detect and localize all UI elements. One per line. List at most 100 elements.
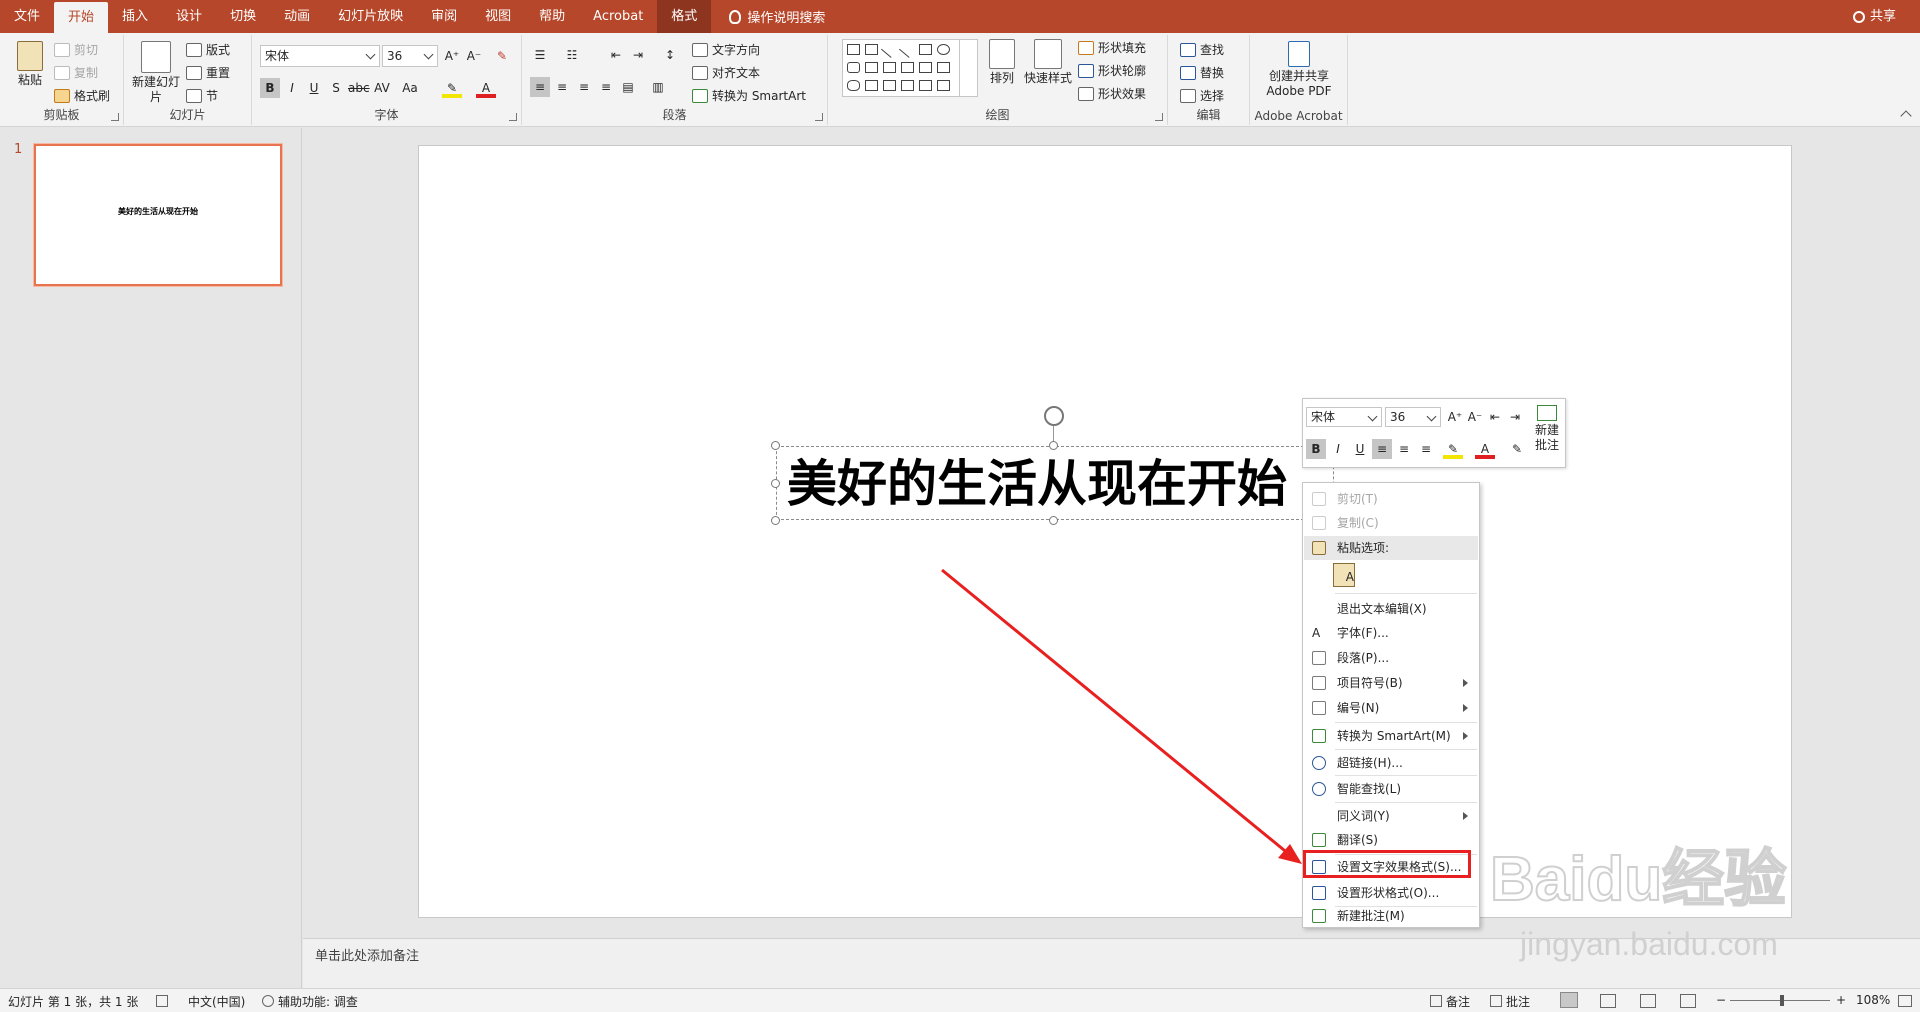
italic-icon[interactable]: I xyxy=(282,78,302,98)
underline-icon[interactable]: U xyxy=(304,78,324,98)
dialog-launcher-icon[interactable] xyxy=(111,113,119,121)
shape-cloud-icon[interactable] xyxy=(847,80,860,91)
status-comments-button[interactable]: 批注 xyxy=(1506,993,1530,1010)
convert-smartart-button[interactable]: 转换为 SmartArt xyxy=(692,87,806,104)
resize-handle-t[interactable] xyxy=(1049,441,1058,450)
shadow-icon[interactable]: S xyxy=(326,78,346,98)
drawing-dialog-launcher-icon[interactable] xyxy=(1155,113,1163,121)
status-notes-button[interactable]: 备注 xyxy=(1446,993,1470,1010)
section-button[interactable]: 节 xyxy=(186,87,218,104)
new-slide-button[interactable]: 新建幻灯片 xyxy=(132,41,180,105)
shape-arc-icon[interactable] xyxy=(901,80,914,91)
shape-elbow-icon[interactable] xyxy=(883,62,896,73)
tab-animations[interactable]: 动画 xyxy=(270,0,324,33)
shape-line-icon[interactable] xyxy=(880,41,899,58)
shape-right-arrow-icon[interactable] xyxy=(919,62,932,73)
justify-icon[interactable]: ≡ xyxy=(596,77,616,97)
menu-item-cut[interactable]: 剪切(T) xyxy=(1304,487,1478,511)
columns-icon[interactable]: ▥ xyxy=(648,77,668,97)
tab-acrobat[interactable]: Acrobat xyxy=(579,0,657,33)
reset-button[interactable]: 重置 xyxy=(186,64,230,81)
slide-canvas[interactable] xyxy=(418,145,1792,918)
collapse-ribbon-icon[interactable] xyxy=(1900,110,1912,122)
menu-item-smartart[interactable]: 转换为 SmartArt(M) xyxy=(1304,724,1478,748)
slide-thumbnail[interactable]: 美好的生活从现在开始 xyxy=(33,143,283,287)
create-pdf-button[interactable]: 创建并共享 Adobe PDF xyxy=(1254,41,1344,99)
mini-align-left-icon[interactable]: ≡ xyxy=(1372,439,1392,459)
clear-format-icon[interactable]: ✎ xyxy=(492,46,512,66)
mini-font-size-combo[interactable]: 36 xyxy=(1385,407,1441,427)
decrease-indent-icon[interactable]: ⇤ xyxy=(606,45,626,65)
menu-item-exit-edit[interactable]: 退出文本编辑(X) xyxy=(1304,597,1478,621)
shape-elbow-arrow-icon[interactable] xyxy=(901,62,914,73)
align-text-button[interactable]: 对齐文本 xyxy=(692,64,760,81)
paragraph-dialog-launcher-icon[interactable] xyxy=(815,113,823,121)
spellcheck-icon[interactable] xyxy=(156,995,168,1007)
mini-shrink-font-icon[interactable]: A⁻ xyxy=(1465,407,1485,427)
resize-handle-bl[interactable] xyxy=(771,516,780,525)
zoom-in-icon[interactable]: + xyxy=(1836,993,1846,1007)
fit-to-window-icon[interactable] xyxy=(1898,995,1912,1007)
slide-title[interactable]: 美好的生活从现在开始 xyxy=(787,455,1287,513)
menu-item-font[interactable]: A 字体(F)... xyxy=(1304,621,1478,645)
align-left-icon[interactable]: ≡ xyxy=(530,77,550,97)
layout-button[interactable]: 版式 xyxy=(186,41,230,58)
font-size-combo[interactable]: 36 xyxy=(382,45,438,67)
resize-handle-b[interactable] xyxy=(1049,516,1058,525)
shape-outline-button[interactable]: 形状轮廓 xyxy=(1078,62,1146,79)
mini-underline-icon[interactable]: U xyxy=(1350,439,1370,459)
shape-vtextbox-icon[interactable] xyxy=(865,44,878,55)
format-painter-button[interactable]: 格式刷 xyxy=(54,87,110,104)
shape-arrow-icon[interactable] xyxy=(898,41,917,58)
shape-freeform-icon[interactable] xyxy=(865,80,878,91)
zoom-out-icon[interactable]: − xyxy=(1716,993,1726,1007)
shape-brace-left-icon[interactable] xyxy=(919,80,932,91)
copy-button[interactable]: 复制 xyxy=(54,64,98,81)
align-right-icon[interactable]: ≡ xyxy=(574,77,594,97)
mini-grow-font-icon[interactable]: A⁺ xyxy=(1445,407,1465,427)
slide-sorter-icon[interactable] xyxy=(1600,994,1616,1008)
status-zoom[interactable]: 108% xyxy=(1856,993,1890,1007)
change-case-icon[interactable]: Aa xyxy=(400,78,420,98)
mini-highlight-icon[interactable]: ✎ xyxy=(1443,439,1463,459)
shape-brace-right-icon[interactable] xyxy=(937,80,950,91)
mini-font-name-combo[interactable]: 宋体 xyxy=(1306,407,1382,427)
font-color-icon[interactable]: A xyxy=(476,78,496,98)
menu-item-format-shape[interactable]: 设置形状格式(O)... xyxy=(1304,881,1478,905)
tab-format[interactable]: 格式 xyxy=(657,0,712,33)
shape-triangle-icon[interactable] xyxy=(865,62,878,73)
numbering-icon[interactable]: ☷ xyxy=(562,45,582,65)
mini-format-painter-icon[interactable]: ✎ xyxy=(1507,439,1527,459)
mini-increase-indent-icon[interactable]: ⇥ xyxy=(1505,407,1525,427)
reading-view-icon[interactable] xyxy=(1640,994,1656,1008)
line-spacing-icon[interactable]: ↕ xyxy=(660,45,680,65)
quick-styles-button[interactable]: 快速样式 xyxy=(1022,39,1074,86)
increase-indent-icon[interactable]: ⇥ xyxy=(628,45,648,65)
mini-decrease-indent-icon[interactable]: ⇤ xyxy=(1485,407,1505,427)
menu-item-translate[interactable]: 翻译(S) xyxy=(1304,828,1478,852)
cut-button[interactable]: 剪切 xyxy=(54,41,98,58)
paste-button[interactable]: 粘贴 xyxy=(10,41,50,88)
mini-font-color-icon[interactable]: A xyxy=(1475,439,1495,459)
shape-curve-icon[interactable] xyxy=(883,80,896,91)
normal-view-icon[interactable] xyxy=(1560,992,1578,1008)
menu-item-hyperlink[interactable]: 超链接(H)... xyxy=(1304,751,1478,775)
font-name-combo[interactable]: 宋体 xyxy=(260,45,380,67)
menu-item-new-comment[interactable]: 新建批注(M) xyxy=(1304,904,1478,928)
resize-handle-l[interactable] xyxy=(771,479,780,488)
align-center-icon[interactable]: ≡ xyxy=(552,77,572,97)
shape-roundrect-icon[interactable] xyxy=(847,62,860,73)
rotate-handle-icon[interactable] xyxy=(1044,406,1064,426)
resize-handle-tl[interactable] xyxy=(771,441,780,450)
select-button[interactable]: 选择 xyxy=(1180,87,1224,104)
gallery-scroll-icon[interactable] xyxy=(959,40,977,96)
status-language[interactable]: 中文(中国) xyxy=(188,993,245,1010)
share-button[interactable]: 共享 xyxy=(1852,0,1896,33)
slideshow-icon[interactable] xyxy=(1680,994,1696,1008)
menu-item-synonyms[interactable]: 同义词(Y) xyxy=(1304,804,1478,828)
tab-view[interactable]: 视图 xyxy=(471,0,525,33)
tell-me-search[interactable]: 操作说明搜索 xyxy=(711,7,825,26)
status-accessibility[interactable]: 辅助功能: 调查 xyxy=(278,993,358,1010)
strikethrough-icon[interactable]: abc xyxy=(348,78,370,98)
tab-transitions[interactable]: 切换 xyxy=(216,0,270,33)
